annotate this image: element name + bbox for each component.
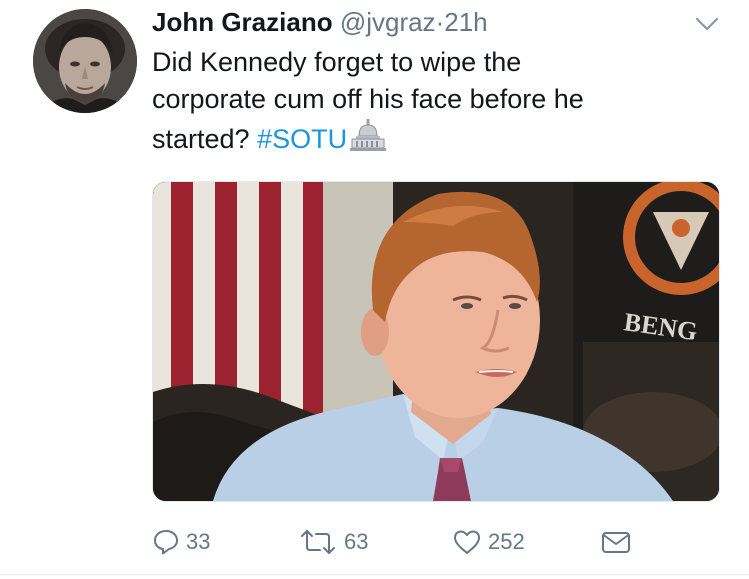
reply-icon: [154, 530, 178, 555]
envelope-icon: [602, 532, 630, 553]
retweet-count: 63: [344, 529, 369, 554]
tweet-actions: 33 63 252: [0, 524, 749, 564]
like-button[interactable]: 252: [452, 524, 525, 560]
direct-message-button[interactable]: [600, 524, 638, 560]
tweet-text-line: corporate cum off his face before he: [152, 84, 584, 114]
tweet-text-line: started? #SOTU: [152, 118, 712, 158]
author-name[interactable]: John Graziano: [152, 7, 333, 37]
chevron-down-icon[interactable]: [693, 14, 721, 34]
hashtag-link[interactable]: #SOTU: [257, 124, 347, 154]
timestamp[interactable]: 21h: [444, 7, 487, 37]
divider: [0, 574, 749, 575]
like-count: 252: [488, 529, 525, 554]
separator: ·: [435, 7, 445, 37]
author-handle[interactable]: @jvgraz: [340, 7, 436, 37]
avatar[interactable]: [33, 9, 137, 113]
reply-count: 33: [186, 529, 211, 554]
tweet-text-line: Did Kennedy forget to wipe the: [152, 47, 522, 77]
heart-icon: [454, 530, 480, 554]
reply-button[interactable]: 33: [152, 524, 210, 560]
tweet-text: Did Kennedy forget to wipe the corporate…: [152, 44, 712, 158]
tweet-header: John Graziano @jvgraz·21h: [152, 6, 488, 38]
tweet-media-image[interactable]: BENG: [152, 181, 720, 502]
retweet-button[interactable]: 63: [298, 524, 368, 560]
capitol-building-emoji: [349, 118, 387, 152]
retweet-icon: [301, 530, 335, 554]
